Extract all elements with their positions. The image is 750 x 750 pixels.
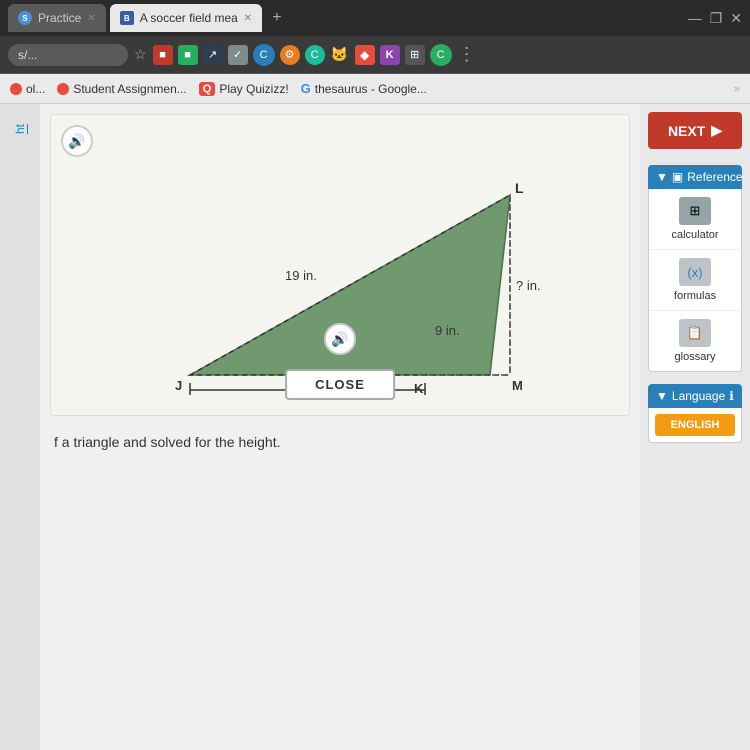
new-tab-button[interactable]: + xyxy=(266,9,287,27)
tab-close-soccer[interactable]: ✕ xyxy=(244,13,252,24)
tab-label-practice: Practice xyxy=(38,11,81,25)
google-icon: G xyxy=(301,81,311,96)
toolbar-icon-grid[interactable]: ⊞ xyxy=(405,45,425,65)
toolbar-icon-gear[interactable]: ⚙ xyxy=(280,45,300,65)
tab-icon-soccer: B xyxy=(120,11,134,25)
toolbar-icon-diamond[interactable]: ◆ xyxy=(355,45,375,65)
question-image: 🔊 xyxy=(50,114,630,416)
left-sidebar: ht xyxy=(0,104,40,750)
triangle-svg: L K M J 19 in. ? in. 9 in. xyxy=(130,135,550,395)
bookmark-dot-ol xyxy=(10,83,22,95)
calculator-label: calculator xyxy=(671,229,718,241)
toolbar-icons: ■ ■ ↗ ✓ C ⚙ C 🐱 ◆ K ⊞ C xyxy=(153,44,452,66)
bookmark-dot-student xyxy=(57,83,69,95)
title-bar: S Practice ✕ B A soccer field mea ✕ + — … xyxy=(0,0,750,36)
side-label-9: 9 in. xyxy=(435,323,460,338)
quizizz-icon: Q xyxy=(199,82,216,96)
tab-soccer[interactable]: B A soccer field mea ✕ xyxy=(110,4,262,32)
english-button[interactable]: ENGLISH xyxy=(655,414,735,436)
bookmark-label-thesaurus: thesaurus - Google... xyxy=(315,82,427,96)
main-content: ht 🔊 xyxy=(0,104,750,750)
next-label: NEXT xyxy=(668,123,705,139)
language-info-icon: ℹ xyxy=(729,389,734,403)
toolbar-icon-1[interactable]: ■ xyxy=(153,45,173,65)
right-sidebar: NEXT ▶ ▼ ▣ Reference ⊞ calculator (x) fo… xyxy=(640,104,750,750)
reference-items: ⊞ calculator (x) formulas 📋 glossary xyxy=(648,189,742,372)
toolbar-icon-4[interactable]: ✓ xyxy=(228,45,248,65)
speaker-button-bottom[interactable]: 🔊 xyxy=(324,323,356,355)
bottom-text: f a triangle and solved for the height. xyxy=(50,426,630,458)
speaker-button-top[interactable]: 🔊 xyxy=(61,125,93,157)
bookmark-label-quizizz: Play Quizizz! xyxy=(219,82,288,96)
star-icon[interactable]: ☆ xyxy=(134,46,147,63)
bookmark-label-ol: ol... xyxy=(26,82,45,96)
language-section[interactable]: ▼ Language ℹ xyxy=(648,384,742,408)
next-button[interactable]: NEXT ▶ xyxy=(648,112,742,149)
address-input[interactable] xyxy=(8,44,128,66)
side-label-question: ? in. xyxy=(516,278,541,293)
triangle-container: L K M J 19 in. ? in. 9 in. xyxy=(71,135,609,395)
glossary-item[interactable]: 📋 glossary xyxy=(649,311,741,371)
address-bar: ☆ ■ ■ ↗ ✓ C ⚙ C 🐱 ◆ K ⊞ C ⋮ xyxy=(0,36,750,74)
side-label-19: 19 in. xyxy=(285,268,317,283)
toolbar-icon-c1[interactable]: C xyxy=(253,44,275,66)
tab-practice[interactable]: S Practice ✕ xyxy=(8,4,106,32)
formulas-label: formulas xyxy=(674,290,716,302)
left-link[interactable]: ht xyxy=(13,124,27,134)
toolbar-icon-k[interactable]: K xyxy=(380,45,400,65)
bookmark-thesaurus[interactable]: G thesaurus - Google... xyxy=(301,81,427,96)
glossary-label: glossary xyxy=(675,351,716,363)
bookmark-quizizz[interactable]: Q Play Quizizz! xyxy=(199,82,289,96)
toolbar-icon-3[interactable]: ↗ xyxy=(203,45,223,65)
close-window-button[interactable]: ✕ xyxy=(730,10,742,27)
label-l: L xyxy=(515,180,524,196)
tab-label-soccer: A soccer field mea xyxy=(140,11,238,25)
language-label: Language xyxy=(672,389,725,403)
reference-label: Reference xyxy=(687,170,742,184)
maximize-button[interactable]: ❐ xyxy=(710,10,723,27)
next-arrow-icon: ▶ xyxy=(711,122,722,139)
calculator-item[interactable]: ⊞ calculator xyxy=(649,189,741,250)
label-k: K xyxy=(414,381,424,395)
window-controls: — ❐ ✕ xyxy=(688,10,742,27)
english-section: ENGLISH xyxy=(648,408,742,443)
formulas-icon: (x) xyxy=(679,258,711,286)
more-menu-button[interactable]: ⋮ xyxy=(458,44,476,65)
bookmark-student[interactable]: Student Assignmen... xyxy=(57,82,186,96)
close-button[interactable]: CLOSE xyxy=(285,369,395,400)
label-m: M xyxy=(512,378,523,393)
browser-frame: S Practice ✕ B A soccer field mea ✕ + — … xyxy=(0,0,750,750)
center-content: 🔊 xyxy=(40,104,640,750)
glossary-icon: 📋 xyxy=(679,319,711,347)
bookmarks-more-icon[interactable]: » xyxy=(734,83,740,95)
formulas-item[interactable]: (x) formulas xyxy=(649,250,741,311)
reference-section[interactable]: ▼ ▣ Reference xyxy=(648,165,742,189)
minimize-button[interactable]: — xyxy=(688,10,702,26)
toolbar-icon-ghost[interactable]: 🐱 xyxy=(330,45,350,65)
bookmarks-bar: ol... Student Assignmen... Q Play Quiziz… xyxy=(0,74,750,104)
language-triangle-icon: ▼ xyxy=(656,389,668,403)
label-j: J xyxy=(175,378,182,393)
reference-book-icon: ▣ xyxy=(672,170,683,184)
reference-triangle-icon: ▼ xyxy=(656,170,668,184)
toolbar-icon-2[interactable]: ■ xyxy=(178,45,198,65)
calculator-icon: ⊞ xyxy=(679,197,711,225)
toolbar-icon-c2[interactable]: C xyxy=(305,45,325,65)
toolbar-icon-c3[interactable]: C xyxy=(430,44,452,66)
bookmark-ol[interactable]: ol... xyxy=(10,82,45,96)
tab-icon-practice: S xyxy=(18,11,32,25)
bookmark-label-student: Student Assignmen... xyxy=(73,82,186,96)
tab-close-practice[interactable]: ✕ xyxy=(87,13,95,24)
